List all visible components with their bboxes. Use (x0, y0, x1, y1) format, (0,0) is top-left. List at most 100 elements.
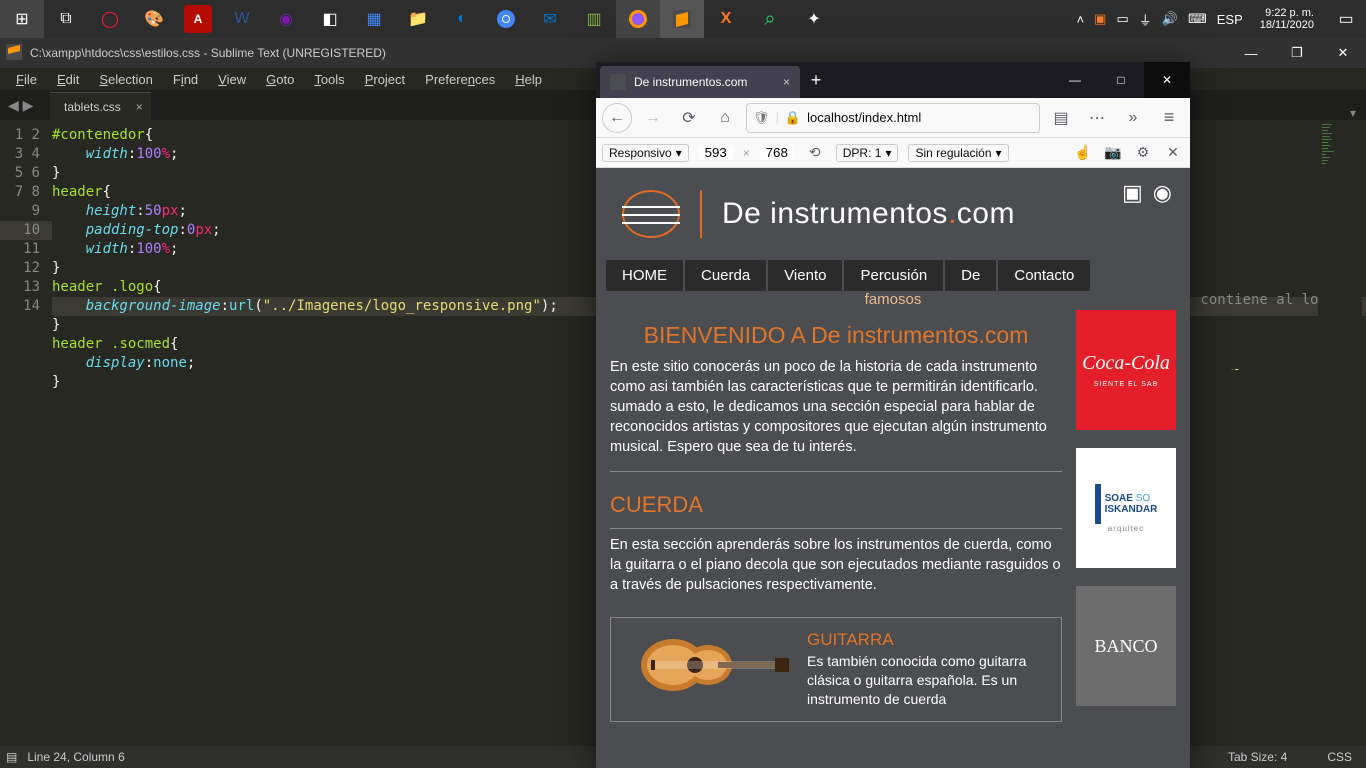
tray-wifi-icon[interactable]: ⏚ (1134, 10, 1157, 29)
home-button[interactable]: ⌂ (710, 103, 740, 133)
app-icon[interactable]: ◧ (308, 0, 352, 38)
start-button[interactable]: ⊞ (0, 0, 44, 38)
menu-view[interactable]: View (208, 70, 256, 89)
maximize-button[interactable]: □ (1098, 62, 1144, 98)
menu-file[interactable]: File (6, 70, 47, 89)
tab-overflow-icon[interactable]: ▾ (1350, 106, 1366, 120)
overflow-button[interactable]: » (1118, 103, 1148, 133)
nav-de[interactable]: De (945, 260, 996, 291)
nav-overflow-label: famosos (596, 291, 1190, 310)
settings-button[interactable]: ⚙ (1132, 144, 1154, 161)
statusbar-syntax[interactable]: CSS (1327, 750, 1352, 764)
tray-xampp-icon[interactable]: ▣ (1089, 11, 1111, 27)
url-bar[interactable]: 🛡 | 🔒 localhost/index.html (746, 103, 1040, 133)
screenshot-button[interactable]: 📷 (1102, 144, 1124, 161)
site-nav: HOME Cuerda Viento Percusión De Contacto (596, 260, 1190, 291)
lock-icon[interactable]: 🔒 (785, 110, 801, 126)
whatsapp-icon[interactable]: ⌕ (748, 0, 792, 38)
taskbar-clock[interactable]: 9:22 p. m. 18/11/2020 (1248, 7, 1326, 31)
menu-goto[interactable]: Goto (256, 70, 304, 89)
paint-icon[interactable]: 🎨 (132, 0, 176, 38)
menu-selection[interactable]: Selection (89, 70, 162, 89)
cuerda-paragraph: En esta sección aprenderás sobre los ins… (610, 535, 1062, 603)
tray-volume-icon[interactable]: 🔊 (1157, 11, 1183, 27)
tray-keyboard-icon[interactable]: ⌨ (1183, 11, 1212, 27)
tray-language[interactable]: ESP (1212, 12, 1248, 27)
nav-contacto[interactable]: Contacto (998, 260, 1090, 291)
xampp-icon[interactable]: X (704, 0, 748, 38)
app-icon[interactable]: ✦ (792, 0, 836, 38)
nav-percusion[interactable]: Percusión (844, 260, 943, 291)
website-content: De instrumentos.com ▣ ◉ HOME Cuerda Vien… (596, 168, 1190, 768)
reload-button[interactable]: ⟳ (674, 103, 704, 133)
close-button[interactable]: ✕ (1320, 38, 1366, 68)
throttle-select[interactable]: Sin regulación ▾ (908, 144, 1008, 162)
pinterest-icon[interactable]: ◉ (1153, 180, 1172, 206)
reader-button[interactable]: ▤ (1046, 103, 1076, 133)
nav-cuerda[interactable]: Cuerda (685, 260, 766, 291)
minimize-button[interactable]: — (1052, 62, 1098, 98)
back-button[interactable]: ← (602, 103, 632, 133)
menu-find[interactable]: Find (163, 70, 208, 89)
maximize-button[interactable]: ❐ (1274, 38, 1320, 68)
firefox-icon[interactable] (616, 0, 660, 38)
forward-button[interactable]: → (638, 103, 668, 133)
notifications-icon[interactable]: ▭ (1326, 0, 1366, 38)
site-logo (622, 186, 684, 242)
menu-help[interactable]: Help (505, 70, 552, 89)
favicon (610, 74, 626, 90)
tray-chevron-icon[interactable]: ˄ (1072, 12, 1090, 27)
chrome-icon[interactable] (484, 0, 528, 38)
dimension-separator: × (743, 146, 750, 160)
page-actions-button[interactable]: ⋯ (1082, 103, 1112, 133)
browser-viewport[interactable]: De instrumentos.com ▣ ◉ HOME Cuerda Vien… (596, 168, 1190, 768)
menu-project[interactable]: Project (355, 70, 415, 89)
edge-icon[interactable]: ◐ (440, 0, 484, 38)
tab-close-icon[interactable]: × (783, 75, 790, 89)
close-devtools-button[interactable]: ✕ (1162, 144, 1184, 161)
opera-icon[interactable]: ◯ (88, 0, 132, 38)
menu-edit[interactable]: Edit (47, 70, 89, 89)
touch-button[interactable]: ☝ (1072, 144, 1094, 161)
clock-date: 18/11/2020 (1260, 19, 1314, 31)
guitar-image (623, 630, 793, 700)
browser-tab[interactable]: De instrumentos.com × (600, 66, 800, 98)
viewport-width-input[interactable] (699, 145, 733, 160)
word-icon[interactable]: W (220, 0, 264, 38)
section-heading-cuerda: CUERDA (610, 478, 1062, 522)
new-tab-button[interactable]: + (800, 70, 832, 91)
sublime-icon[interactable] (660, 0, 704, 38)
viewport-height-input[interactable] (760, 145, 794, 160)
ad-cocacola[interactable]: Coca-Cola SIENTE EL SAB (1076, 310, 1176, 430)
menu-preferences[interactable]: Preferences (415, 70, 505, 89)
statusbar-indent[interactable]: Tab Size: 4 (1228, 750, 1287, 764)
shield-icon[interactable]: 🛡 (753, 110, 770, 126)
explorer-icon[interactable]: 📁 (396, 0, 440, 38)
app-icon[interactable]: ▦ (352, 0, 396, 38)
nav-viento[interactable]: Viento (768, 260, 842, 291)
divider (610, 471, 1062, 472)
tab-close-icon[interactable]: × (136, 100, 143, 114)
device-select[interactable]: Responsivo ▾ (602, 144, 689, 162)
editor-tab[interactable]: tablets.css × (50, 92, 151, 120)
menu-button[interactable]: ≡ (1154, 103, 1184, 133)
ad-banco[interactable]: BANCO (1076, 586, 1176, 706)
ad-soae[interactable]: SOAE SOISKANDAR arquitec (1076, 448, 1176, 568)
statusbar-panel-icon[interactable]: ▤ (6, 750, 17, 764)
mail-icon[interactable]: ✉ (528, 0, 572, 38)
tab-nav-arrows[interactable]: ◀ ▶ (0, 90, 50, 120)
system-tray[interactable]: ˄ ▣ ▭ ⏚ 🔊 ⌨ ESP (1072, 10, 1248, 29)
close-button[interactable]: ✕ (1144, 62, 1190, 98)
menu-tools[interactable]: Tools (304, 70, 354, 89)
onenote-icon[interactable]: ◉ (264, 0, 308, 38)
task-view-icon[interactable]: ⧉ (44, 0, 88, 38)
notes-icon[interactable]: ▥ (572, 0, 616, 38)
dpr-select[interactable]: DPR: 1 ▾ (836, 144, 899, 162)
nav-home[interactable]: HOME (606, 260, 683, 291)
minimize-button[interactable]: — (1228, 38, 1274, 68)
facebook-icon[interactable]: ▣ (1122, 180, 1143, 206)
acrobat-icon[interactable]: A (184, 5, 212, 33)
tray-battery-icon[interactable]: ▭ (1111, 11, 1133, 27)
rotate-button[interactable]: ⟲ (804, 144, 826, 161)
minimap[interactable]: ▬▬▬▬▬▬▬▬▬▬▬▬▬▬▬▬▬▬▬▬▬▬▬▬▬▬▬▬▬▬▬▬▬▬▬▬▬▬▬▬… (1318, 120, 1362, 720)
